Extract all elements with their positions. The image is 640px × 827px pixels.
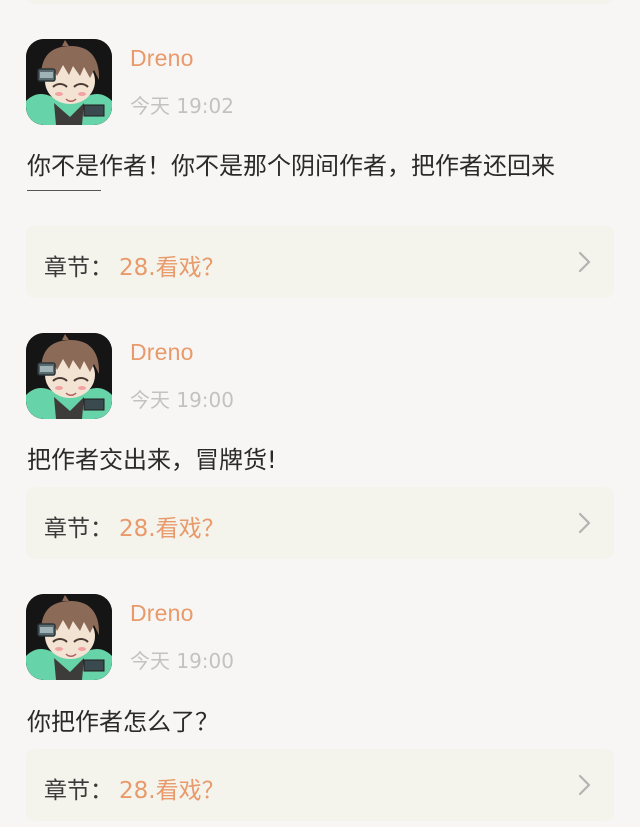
username[interactable]: Dreno [130, 45, 194, 72]
comment-text: 把作者交出来，冒牌货! [27, 446, 277, 474]
chapter-title: 28.看戏？ [119, 778, 225, 804]
user-avatar[interactable] [26, 594, 112, 680]
chapter-title: 28.看戏？ [119, 516, 225, 542]
comment-timestamp: 今天 19:00 [130, 388, 234, 412]
username[interactable]: Dreno [130, 339, 194, 366]
comment-text: 你把作者怎么了？ [27, 708, 219, 736]
chapter-link[interactable]: 章节： 28.看戏？ [26, 487, 614, 559]
chevron-right-icon [578, 251, 591, 273]
user-avatar[interactable] [26, 39, 112, 125]
anime-avatar-icon [26, 39, 112, 125]
chapter-link[interactable]: 章节： 28.看戏？ [26, 749, 614, 821]
comment-divider [27, 190, 101, 191]
previous-chapter-card[interactable] [26, 0, 614, 4]
chevron-right-icon [578, 512, 591, 534]
comment-text: 你不是作者！你不是那个阴间作者，把作者还回来 [27, 152, 555, 180]
user-avatar[interactable] [26, 333, 112, 419]
chapter-title: 28.看戏？ [119, 255, 225, 281]
anime-avatar-icon [26, 333, 112, 419]
chevron-right-icon [578, 774, 591, 796]
chapter-label: 章节： [44, 516, 113, 542]
chapter-label: 章节： [44, 778, 113, 804]
chapter-link[interactable]: 章节： 28.看戏？ [26, 226, 614, 298]
anime-avatar-icon [26, 594, 112, 680]
comment-timestamp: 今天 19:00 [130, 649, 234, 673]
chapter-label: 章节： [44, 255, 113, 281]
username[interactable]: Dreno [130, 600, 194, 627]
comment-timestamp: 今天 19:02 [130, 94, 234, 118]
